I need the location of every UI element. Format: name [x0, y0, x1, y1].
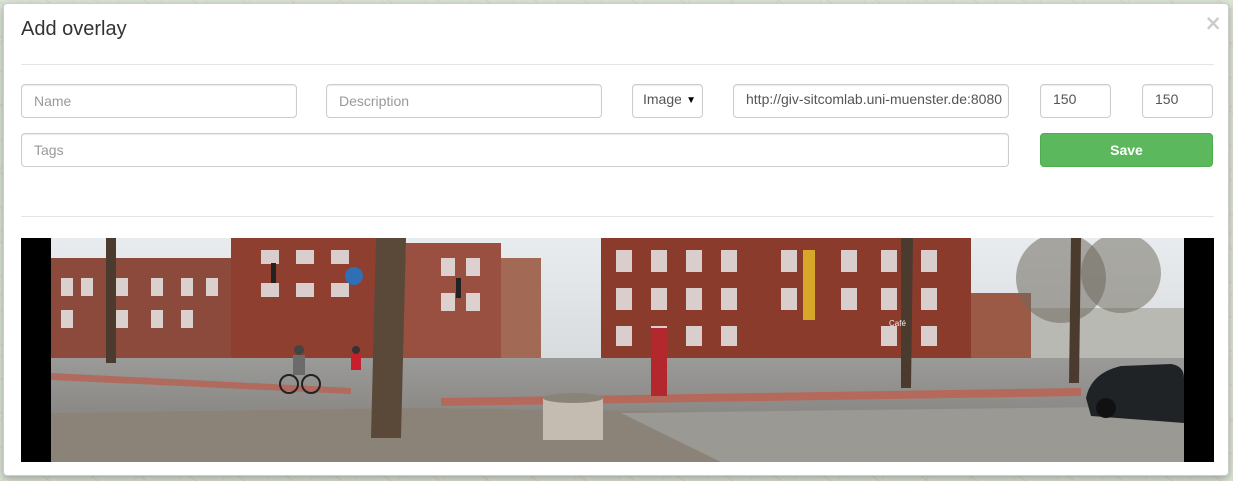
modal-title: Add overlay [21, 18, 127, 40]
type-select-value: Image [643, 91, 681, 107]
width-input-value: 150 [1053, 91, 1077, 107]
name-input[interactable] [21, 84, 297, 118]
street-panorama-image: Café [21, 238, 1214, 462]
type-select[interactable]: Image ▼ [632, 84, 703, 118]
shop-sign-text: Café [889, 319, 906, 328]
url-input[interactable]: http://giv-sitcomlab.uni-muenster.de:808… [733, 84, 1009, 118]
height-input[interactable]: 150 [1142, 84, 1213, 118]
tags-input[interactable] [21, 133, 1009, 167]
width-input[interactable]: 150 [1040, 84, 1111, 118]
save-button[interactable]: Save [1040, 133, 1213, 167]
close-icon[interactable]: × [1204, 13, 1222, 34]
url-input-value: http://giv-sitcomlab.uni-muenster.de:808… [746, 91, 1003, 107]
divider [21, 216, 1214, 217]
caret-down-icon: ▼ [686, 95, 696, 106]
add-overlay-modal: Add overlay × Image ▼ http://giv-sitcoml… [3, 3, 1229, 476]
overlay-image-preview: Café [21, 238, 1214, 462]
description-input[interactable] [326, 84, 602, 118]
height-input-value: 150 [1155, 91, 1179, 107]
modal-header: Add overlay × [21, 4, 1222, 65]
